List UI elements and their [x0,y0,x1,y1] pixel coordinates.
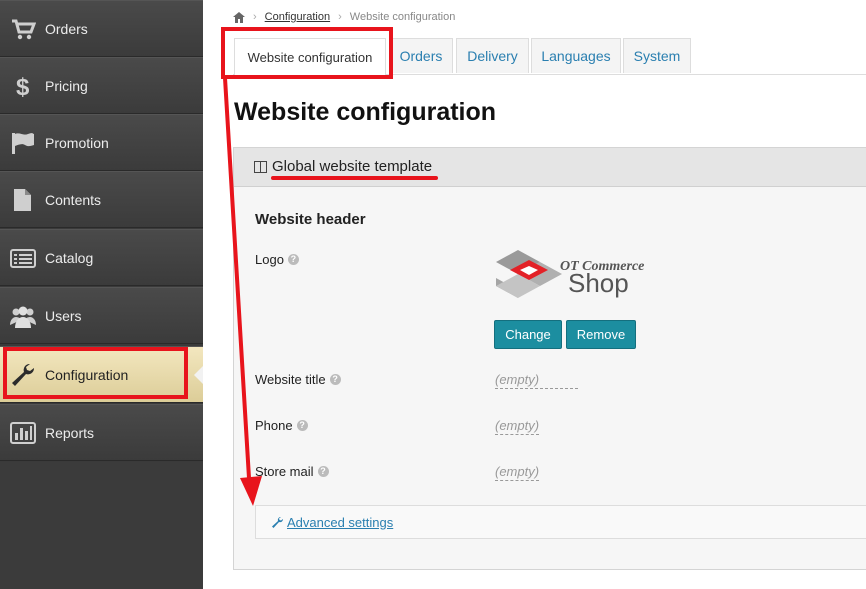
sidebar-item-label: Users [45,307,82,324]
field-label-text: Phone [255,418,293,433]
website-title-value[interactable]: (empty) [495,372,578,389]
list-icon [10,248,36,268]
tab-orders[interactable]: Orders [389,38,453,73]
sidebar-item-promotion[interactable]: Promotion [0,114,203,171]
advanced-settings-link[interactable]: Advanced settings [287,515,393,530]
help-icon[interactable]: ? [287,254,299,265]
home-icon[interactable] [233,11,245,23]
annotation-box-configuration [3,347,188,399]
tab-delivery[interactable]: Delivery [456,38,529,73]
tab-languages[interactable]: Languages [531,38,621,73]
sidebar-item-catalog[interactable]: Catalog [0,229,203,286]
store-mail-value[interactable]: (empty) [495,464,540,481]
sidebar-item-label: Orders [45,20,88,37]
breadcrumb-link-configuration[interactable]: Configuration [265,11,330,23]
sidebar-item-label: Reports [45,424,95,441]
sidebar-item-pricing[interactable]: $ Pricing [0,57,203,114]
store-logo: OT Commerce Shop [496,250,644,298]
breadcrumb-separator: › [253,11,257,23]
phone-value[interactable]: (empty) [495,418,540,435]
panel-title: Global website template [272,158,433,175]
sidebar-item-users[interactable]: Users [0,287,203,344]
sidebar-item-label: Catalog [45,249,94,266]
sidebar-item-reports[interactable]: Reports [0,404,203,461]
remove-logo-button[interactable]: Remove [566,320,636,349]
flag-icon [12,132,34,154]
dollar-icon: $ [16,74,30,99]
bar-chart-icon [10,421,36,444]
svg-text:$: $ [16,74,30,99]
tab-system[interactable]: System [623,38,691,73]
help-icon[interactable]: ? [296,420,308,431]
website-title-label: Website title ? [255,372,341,387]
phone-label: Phone ? [255,418,308,433]
field-label-text: Logo [255,252,284,267]
store-mail-label: Store mail ? [255,464,329,479]
breadcrumb: › Configuration › Website configuration [233,11,455,23]
logo-label: Logo ? [255,252,299,267]
sidebar-item-orders[interactable]: Orders [0,0,203,57]
cart-icon [12,19,36,39]
sidebar-item-contents[interactable]: Contents [0,171,203,228]
logo-text-bottom: Shop [568,268,629,298]
sidebar-filler [0,462,203,589]
breadcrumb-separator: › [338,11,342,23]
columns-icon [254,161,267,173]
sidebar: Orders $ Pricing Promotion Contents Cata… [0,0,203,589]
field-label-text: Store mail [255,464,314,479]
field-label-text: Website title [255,372,326,387]
advanced-settings-box: Advanced settings [255,505,866,539]
annotation-underline [271,176,438,180]
template-panel: Global website template Website header L… [233,147,866,570]
sidebar-item-label: Contents [45,191,102,208]
panel-header[interactable]: Global website template [234,148,866,187]
section-title: Website header [255,211,366,228]
page-title: Website configuration [234,98,497,126]
main-content: › Configuration › Website configuration … [203,0,866,589]
users-icon [10,306,36,328]
help-icon[interactable]: ? [317,466,329,477]
change-logo-button[interactable]: Change [494,320,562,349]
document-icon [14,188,31,211]
sidebar-item-label: Pricing [45,77,88,94]
breadcrumb-current: Website configuration [349,11,456,23]
wrench-icon [272,516,284,528]
sidebar-item-label: Promotion [45,134,109,151]
annotation-box-tab [221,27,393,79]
help-icon[interactable]: ? [329,374,341,385]
